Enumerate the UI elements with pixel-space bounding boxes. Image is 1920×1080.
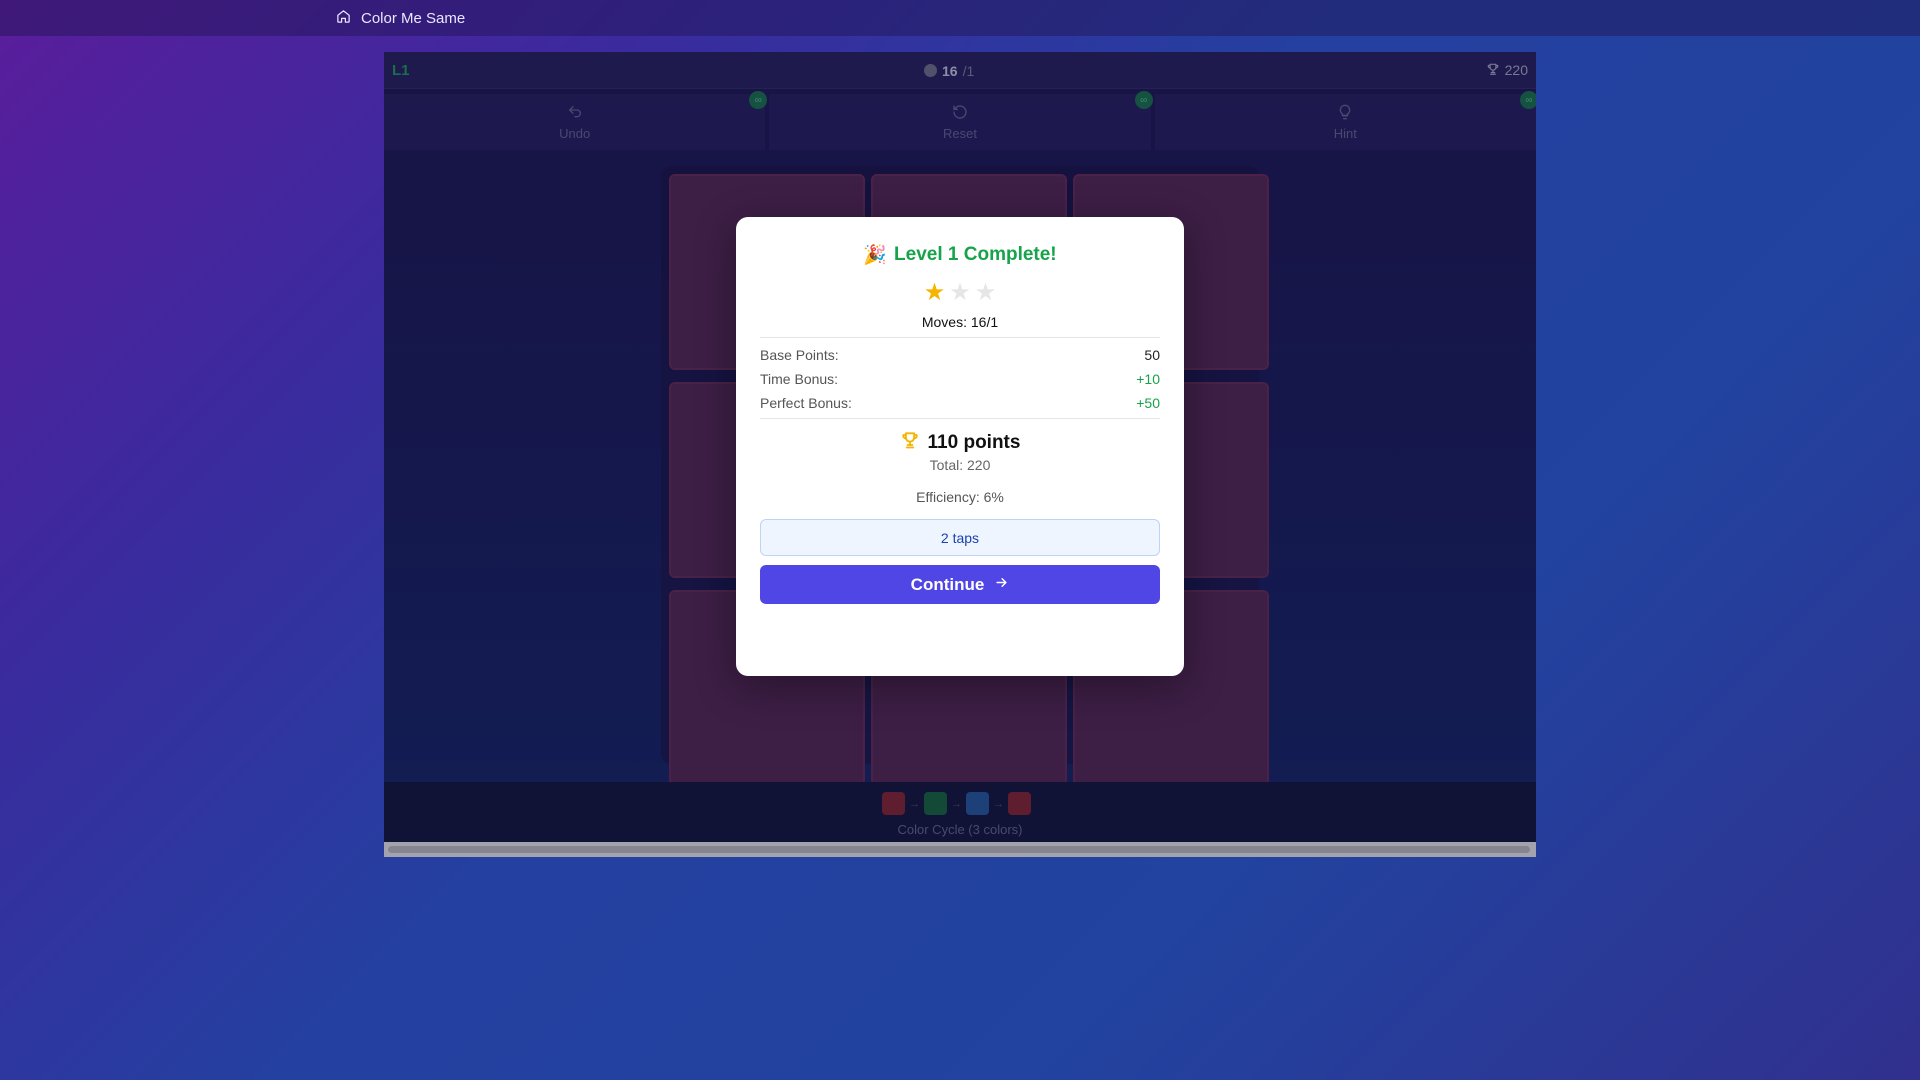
star-empty-icon: ★: [949, 279, 971, 306]
continue-label: Continue: [910, 574, 985, 594]
dialog-title-text: Level 1 Complete!: [894, 244, 1057, 265]
divider: [760, 418, 1160, 419]
time-bonus-label: Time Bonus:: [760, 371, 839, 387]
arrow-right-icon: [994, 575, 1009, 595]
home-link[interactable]: Color Me Same: [336, 0, 465, 36]
points-value: 110 points: [927, 432, 1021, 453]
divider: [760, 337, 1160, 338]
perfect-bonus-row: Perfect Bonus: +50: [760, 395, 1160, 411]
base-points-row: Base Points: 50: [760, 347, 1160, 363]
time-bonus-value: +10: [1136, 371, 1160, 387]
perfect-bonus-value: +50: [1136, 395, 1160, 411]
app-title: Color Me Same: [361, 9, 466, 27]
efficiency-stat: Efficiency: 6%: [916, 489, 1004, 505]
time-bonus-row: Time Bonus: +10: [760, 371, 1160, 387]
star-empty-icon: ★: [974, 279, 997, 306]
trophy-icon: [900, 430, 920, 456]
continue-button[interactable]: Continue: [760, 565, 1160, 604]
base-points-value: 50: [1144, 347, 1160, 363]
perfect-bonus-label: Perfect Bonus:: [760, 395, 852, 411]
star-rating: ★ ★ ★: [736, 281, 1184, 305]
top-navigation-bar: Color Me Same: [0, 0, 1920, 36]
home-icon: [336, 9, 351, 28]
star-filled-icon: ★: [923, 279, 946, 306]
base-points-label: Base Points:: [760, 347, 839, 363]
moves-summary: Moves: 16/1: [921, 314, 999, 330]
points-earned: 110 points: [736, 430, 1184, 456]
total-score: Total: 220: [929, 457, 991, 473]
level-complete-dialog: 🎉 Level 1 Complete! ★ ★ ★ Moves: 16/1 Base…: [736, 217, 1184, 676]
party-popper-icon: 🎉: [863, 245, 888, 266]
taps-info: 2 taps: [760, 519, 1160, 556]
dialog-title: 🎉 Level 1 Complete!: [736, 243, 1184, 267]
